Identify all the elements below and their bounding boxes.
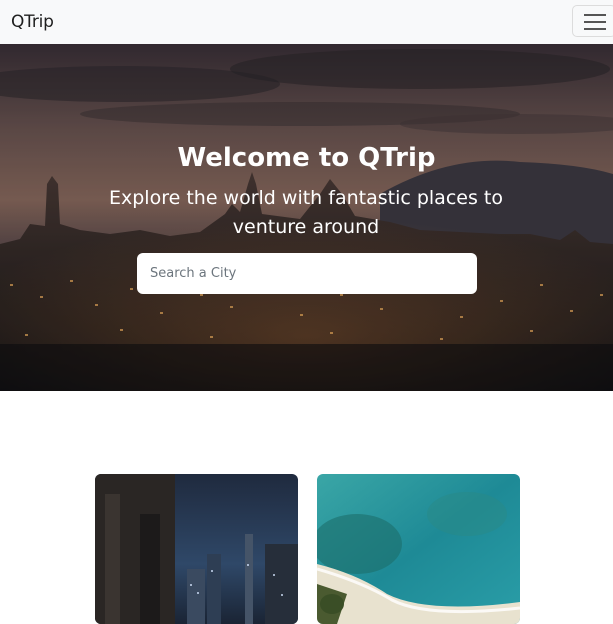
navbar-toggle-button[interactable] <box>572 5 613 37</box>
city-search-input[interactable] <box>137 253 477 294</box>
brand-logo-link[interactable]: QTrip <box>11 11 54 33</box>
hero-banner: Welcome to QTrip Explore the world with … <box>0 44 613 391</box>
city-card[interactable] <box>95 474 298 624</box>
navbar: QTrip <box>0 0 613 44</box>
hamburger-menu-icon <box>584 14 606 30</box>
hero-title: Welcome to QTrip <box>177 143 436 173</box>
city-night-street-photo <box>95 474 298 624</box>
city-card[interactable] <box>317 474 520 624</box>
aerial-beach-photo <box>317 474 520 624</box>
hero-subtitle: Explore the world with fantastic places … <box>109 187 503 238</box>
